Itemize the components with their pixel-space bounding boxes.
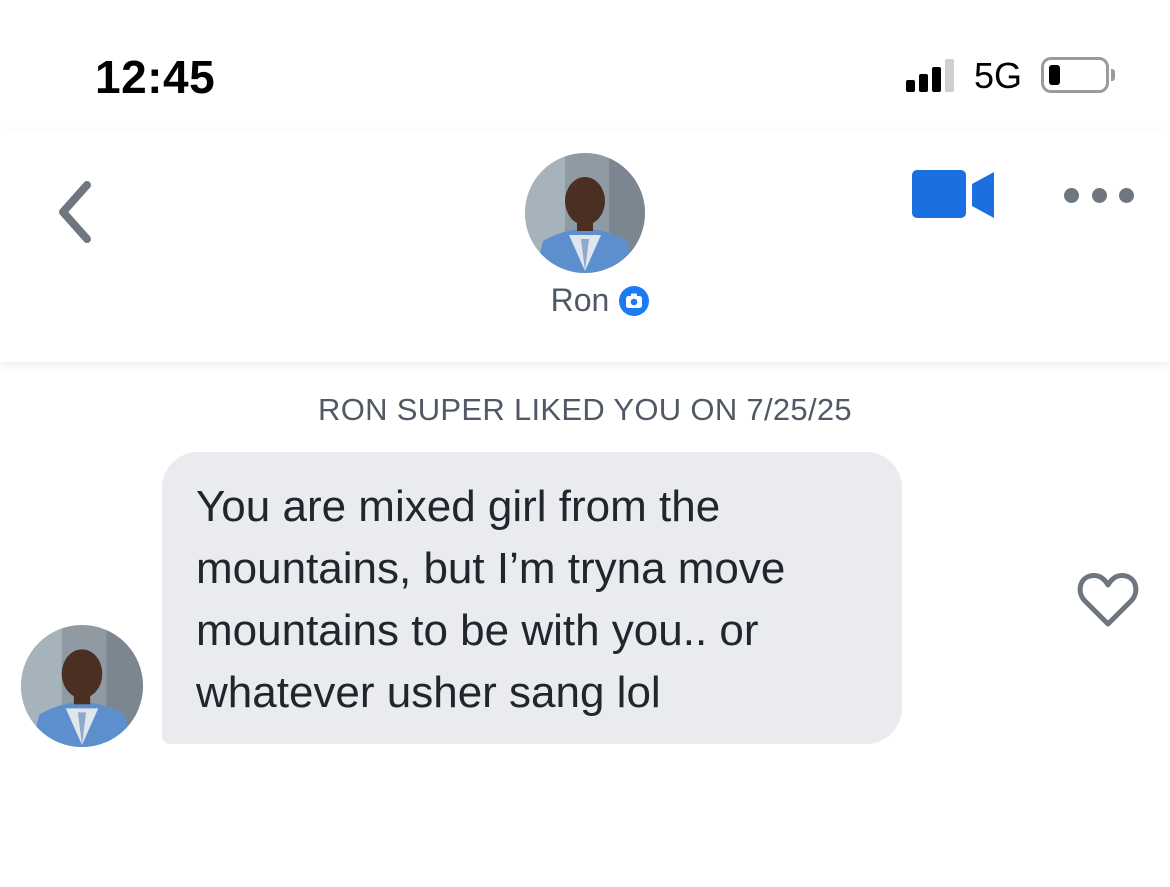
more-dots-icon	[1091, 187, 1107, 203]
camera-verified-icon	[619, 285, 650, 316]
battery-tip	[1111, 69, 1115, 81]
message-bubble[interactable]: You are mixed girl from the mountains, b…	[162, 452, 902, 744]
chat-screen: 12:45 5G Ron RON SUPER LIKED YOU ON 7/25…	[0, 0, 1170, 887]
signal-icon	[906, 58, 958, 92]
message-avatar[interactable]	[21, 625, 143, 747]
network-type: 5G	[974, 55, 1023, 96]
avatar[interactable]	[525, 153, 645, 273]
more-options-button[interactable]	[1064, 182, 1134, 208]
status-time: 12:45	[95, 51, 216, 103]
avatar-photo	[525, 153, 645, 273]
contact-name-row: Ron	[0, 282, 1170, 319]
message-text: You are mixed girl from the mountains, b…	[196, 482, 786, 717]
status-bar: 12:45 5G	[0, 0, 1170, 130]
back-chevron-icon	[59, 181, 91, 243]
more-dots-icon	[1119, 187, 1134, 203]
avatar-photo	[21, 625, 143, 747]
video-call-button[interactable]	[912, 168, 996, 222]
more-dots-icon	[1064, 187, 1079, 203]
back-button[interactable]	[40, 172, 110, 252]
chat-header: Ron	[0, 130, 1170, 362]
heart-outline-icon	[1077, 573, 1139, 627]
contact-name[interactable]: Ron	[521, 282, 610, 319]
like-message-button[interactable]	[1076, 570, 1140, 630]
super-like-notice: RON SUPER LIKED YOU ON 7/25/25	[318, 392, 852, 427]
battery-icon	[1041, 57, 1109, 93]
video-camera-icon	[912, 170, 994, 218]
